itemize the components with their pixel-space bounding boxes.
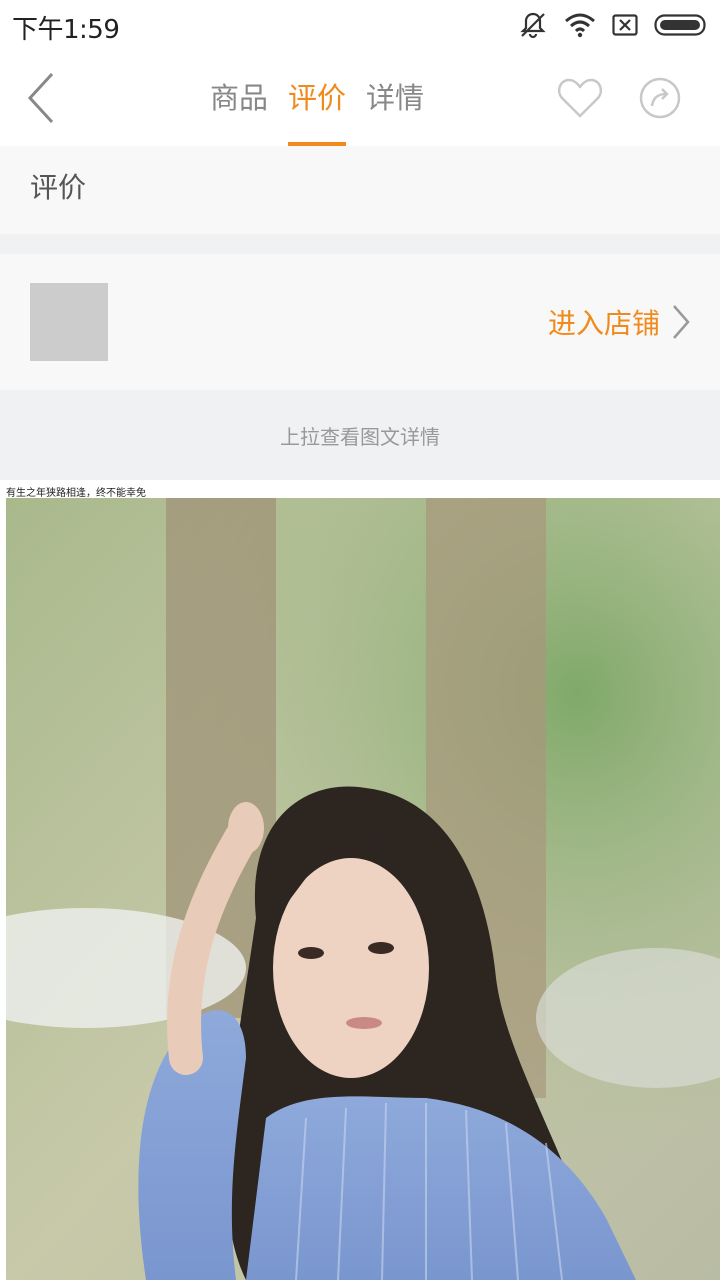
- enter-shop-label: 进入店铺: [547, 307, 660, 340]
- mute-icon: [518, 11, 548, 39]
- favorite-button[interactable]: [556, 76, 604, 120]
- detail-photo: [6, 498, 720, 1280]
- status-icons: [518, 10, 708, 40]
- review-section-title: 评价: [30, 171, 87, 204]
- chevron-right-icon: [673, 305, 690, 339]
- shop-logo[interactable]: [30, 283, 108, 361]
- heart-icon: [557, 78, 603, 118]
- status-bar: 下午1:59: [0, 0, 720, 50]
- chevron-left-icon: [27, 72, 54, 124]
- shop-row: 进入店铺: [0, 254, 720, 390]
- nav-bar: 商品 评价 详情: [0, 50, 720, 146]
- tab-product[interactable]: 商品: [210, 50, 268, 146]
- detail-caption: 有生之年狭路相逢，终不能幸免: [6, 488, 146, 499]
- section-divider: [0, 234, 720, 254]
- back-button[interactable]: [22, 70, 62, 126]
- battery-icon: [654, 14, 708, 36]
- pull-up-hint: 上拉查看图文详情: [280, 425, 440, 449]
- review-section: 评价: [0, 146, 720, 234]
- sim-x-icon: [612, 14, 638, 36]
- detail-content: 有生之年狭路相逢，终不能幸免: [0, 480, 720, 1280]
- share-button[interactable]: [638, 76, 682, 120]
- share-icon: [639, 77, 681, 119]
- tab-bar: 商品 评价 详情: [210, 50, 424, 146]
- tab-details[interactable]: 详情: [366, 50, 424, 146]
- pull-up-hint-area: 上拉查看图文详情: [0, 390, 720, 480]
- wifi-icon: [564, 12, 596, 38]
- tab-reviews[interactable]: 评价: [288, 50, 347, 146]
- enter-shop-button[interactable]: 进入店铺: [548, 302, 692, 342]
- status-time: 下午1:59: [12, 15, 120, 45]
